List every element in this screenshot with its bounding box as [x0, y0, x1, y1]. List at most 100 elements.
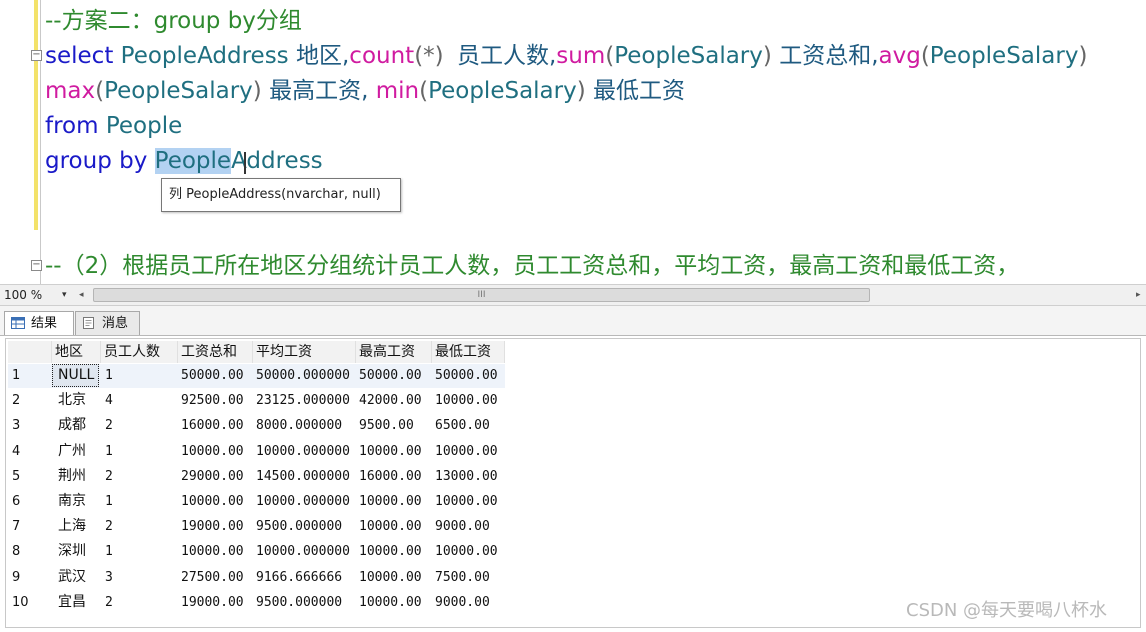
table-cell[interactable]: 10000.00 [435, 489, 498, 514]
row-number[interactable]: 3 [12, 413, 20, 438]
table-cell[interactable]: 10000.00 [181, 539, 244, 564]
column-header[interactable]: 员工人数 [101, 341, 178, 363]
table-cell[interactable]: 10000.00 [359, 514, 422, 539]
table-cell[interactable]: 7500.00 [435, 565, 490, 590]
chevron-down-icon[interactable]: ▾ [62, 287, 67, 303]
table-cell[interactable]: 2 [105, 413, 113, 438]
table-cell[interactable]: 1 [105, 489, 113, 514]
table-cell[interactable]: 29000.00 [181, 464, 244, 489]
column-name: PeopleSalary [929, 43, 1079, 69]
table-cell[interactable]: 2 [105, 590, 113, 615]
table-cell[interactable]: 9000.00 [435, 590, 490, 615]
sql-group-by-line[interactable]: group by PeopleAddress [45, 144, 323, 178]
row-number[interactable]: 9 [12, 565, 20, 590]
table-cell[interactable]: 10000.000000 [256, 539, 350, 564]
scroll-left-icon[interactable]: ◂ [79, 288, 84, 302]
table-cell[interactable]: 1 [105, 439, 113, 464]
group-by-keyword: group by [45, 148, 148, 174]
table-cell[interactable]: 宜昌 [58, 590, 86, 615]
table-cell[interactable]: 武汉 [58, 565, 86, 590]
tab-messages-label: 消息 [102, 316, 129, 331]
alias-text: 工资总和, [779, 43, 879, 69]
fold-toggle-icon[interactable]: − [31, 260, 42, 271]
table-cell[interactable]: 2 [105, 514, 113, 539]
column-header[interactable]: 工资总和 [178, 341, 253, 363]
table-cell[interactable]: 2 [105, 464, 113, 489]
table-cell[interactable]: 19000.00 [181, 590, 244, 615]
table-cell[interactable]: 13000.00 [435, 464, 498, 489]
table-cell[interactable]: 10000.00 [359, 590, 422, 615]
table-cell[interactable]: 10000.00 [435, 439, 498, 464]
row-number[interactable]: 10 [12, 590, 29, 615]
table-cell[interactable]: 1 [105, 363, 113, 388]
table-cell[interactable]: 4 [105, 388, 113, 413]
table-cell[interactable]: 9500.000000 [256, 514, 342, 539]
results-grid[interactable]: 地区 员工人数 工资总和 平均工资 最高工资 最低工资 1 NULL 1 50000.… [5, 338, 1141, 628]
tab-messages[interactable]: 消息 [75, 311, 140, 335]
table-cell[interactable]: 16000.00 [359, 464, 422, 489]
table-cell[interactable]: 14500.000000 [256, 464, 350, 489]
table-cell[interactable]: 92500.00 [181, 388, 244, 413]
table-cell[interactable]: 10000.00 [435, 539, 498, 564]
table-cell[interactable]: 广州 [58, 439, 86, 464]
row-number[interactable]: 5 [12, 464, 20, 489]
table-cell[interactable]: 10000.00 [181, 439, 244, 464]
table-cell[interactable]: 42000.00 [359, 388, 422, 413]
row-number[interactable]: 7 [12, 514, 20, 539]
fold-toggle-icon[interactable]: − [31, 50, 42, 61]
table-cell[interactable]: 50000.00 [435, 363, 498, 388]
row-number[interactable]: 6 [12, 489, 20, 514]
table-cell[interactable]: 8000.000000 [256, 413, 342, 438]
table-cell[interactable]: 10000.00 [435, 388, 498, 413]
function-name: min [375, 78, 420, 104]
table-cell[interactable]: 6500.00 [435, 413, 490, 438]
tab-results[interactable]: 结果 [4, 311, 74, 335]
table-cell[interactable]: 9000.00 [435, 514, 490, 539]
table-cell[interactable]: 50000.00 [181, 363, 244, 388]
scroll-right-icon[interactable]: ▸ [1136, 288, 1141, 302]
horizontal-scrollbar-thumb[interactable]: III [93, 288, 870, 302]
table-cell[interactable]: 成都 [58, 413, 86, 438]
table-cell[interactable]: 10000.000000 [256, 439, 350, 464]
table-cell[interactable]: 荆州 [58, 464, 86, 489]
table-cell[interactable]: 深圳 [58, 539, 86, 564]
sql-comment-line[interactable]: --方案二：group by分组 [45, 4, 302, 38]
row-number[interactable]: 4 [12, 439, 20, 464]
table-cell[interactable]: 北京 [58, 388, 86, 413]
alias-text: 最低工资 [593, 78, 686, 104]
row-number[interactable]: 1 [12, 363, 20, 388]
table-cell[interactable]: 3 [105, 565, 113, 590]
table-cell[interactable]: NULL [58, 363, 94, 388]
sql-editor[interactable]: --方案二：group by分组 − select PeopleAddress … [0, 0, 1146, 284]
table-cell[interactable]: 10000.00 [359, 439, 422, 464]
sql-from-line[interactable]: from People [45, 109, 182, 143]
column-header[interactable]: 地区 [52, 341, 101, 363]
table-cell[interactable]: 9500.00 [359, 413, 414, 438]
table-cell[interactable]: 10000.000000 [256, 489, 350, 514]
row-number[interactable]: 2 [12, 388, 20, 413]
row-number[interactable]: 8 [12, 539, 20, 564]
table-cell[interactable]: 10000.00 [359, 489, 422, 514]
sql-aggregate-line[interactable]: max(PeopleSalary) 最高工资, min(PeopleSalary… [45, 74, 685, 108]
table-cell[interactable]: 10000.00 [359, 539, 422, 564]
table-cell[interactable]: 南京 [58, 489, 86, 514]
column-header[interactable]: 平均工资 [253, 341, 356, 363]
column-header[interactable]: 最低工资 [432, 341, 505, 363]
table-cell[interactable]: 9166.666666 [256, 565, 342, 590]
table-cell[interactable]: 27500.00 [181, 565, 244, 590]
table-cell[interactable]: 10000.00 [181, 489, 244, 514]
table-cell[interactable]: 50000.000000 [256, 363, 350, 388]
column-header[interactable]: 最高工资 [356, 341, 432, 363]
table-cell[interactable]: 19000.00 [181, 514, 244, 539]
table-cell[interactable]: 50000.00 [359, 363, 422, 388]
sql-select-line[interactable]: select PeopleAddress 地区,count(*) 员工人数,su… [45, 39, 1087, 73]
table-cell[interactable]: 上海 [58, 514, 86, 539]
table-cell[interactable]: 23125.000000 [256, 388, 350, 413]
sql-comment-line[interactable]: --（2）根据员工所在地区分组统计员工人数，员工工资总和，平均工资，最高工资和最… [45, 249, 1019, 283]
table-cell[interactable]: 10000.00 [359, 565, 422, 590]
alias-text: 员工人数, [456, 43, 557, 69]
table-cell[interactable]: 1 [105, 539, 113, 564]
table-cell[interactable]: 9500.000000 [256, 590, 342, 615]
table-cell[interactable]: 16000.00 [181, 413, 244, 438]
column-name: PeopleSalary [428, 78, 577, 104]
